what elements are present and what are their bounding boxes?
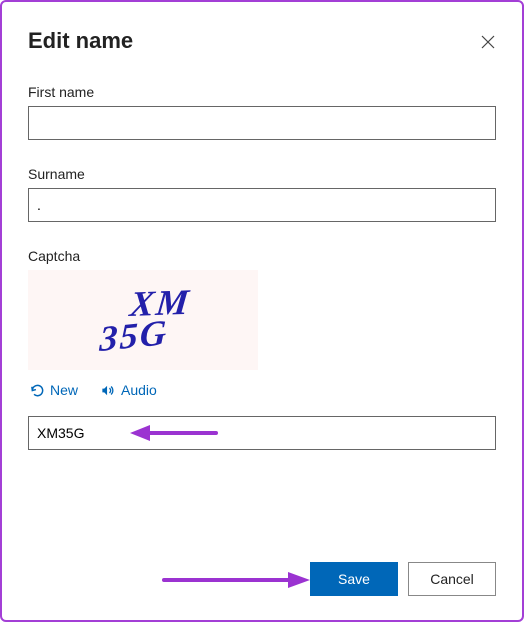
cancel-button[interactable]: Cancel <box>408 562 496 596</box>
first-name-label: First name <box>28 84 496 100</box>
surname-input[interactable] <box>28 188 496 222</box>
annotation-arrow-icon <box>162 568 312 592</box>
captcha-audio-link[interactable]: Audio <box>100 382 157 398</box>
captcha-image: XM 35G <box>28 270 258 370</box>
captcha-links: New Audio <box>30 382 496 398</box>
surname-group: Surname <box>28 166 496 222</box>
first-name-input[interactable] <box>28 106 496 140</box>
dialog-title: Edit name <box>28 28 133 54</box>
dialog-body: Edit name First name Surname Captcha XM … <box>2 2 522 620</box>
captcha-label: Captcha <box>28 248 496 264</box>
captcha-group: Captcha XM 35G <box>28 248 496 370</box>
captcha-input[interactable] <box>28 416 496 450</box>
audio-icon <box>100 383 116 398</box>
dialog-header: Edit name <box>28 28 496 84</box>
first-name-group: First name <box>28 84 496 140</box>
close-icon[interactable] <box>480 28 496 55</box>
surname-label: Surname <box>28 166 496 182</box>
captcha-new-label: New <box>50 382 78 398</box>
dialog-footer: Save Cancel <box>310 562 496 596</box>
captcha-audio-label: Audio <box>121 382 157 398</box>
save-button[interactable]: Save <box>310 562 398 596</box>
edit-name-dialog: Edit name First name Surname Captcha XM … <box>0 0 524 622</box>
refresh-icon <box>30 383 45 398</box>
captcha-input-group <box>28 416 496 450</box>
captcha-new-link[interactable]: New <box>30 382 78 398</box>
